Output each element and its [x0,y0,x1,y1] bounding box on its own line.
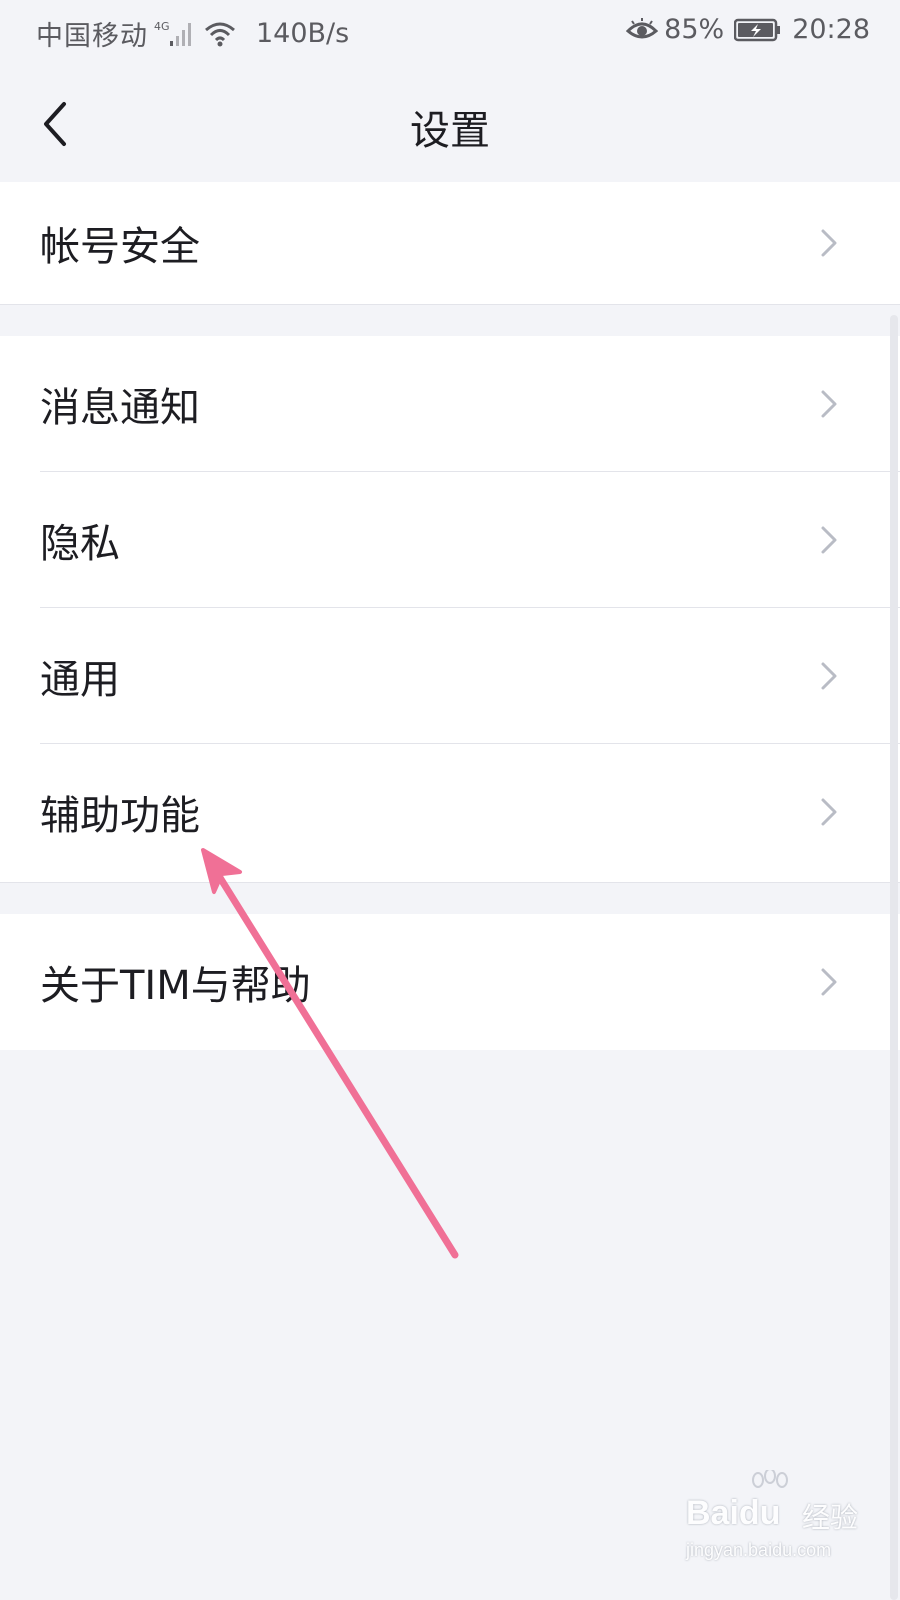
settings-row-general[interactable]: 通用 [0,608,900,744]
page-title: 设置 [410,108,490,154]
eye-icon [626,17,659,38]
settings-row-account-security[interactable]: 帐号安全 [0,182,900,304]
signal-icon: 4G [154,20,191,46]
chevron-right-icon [821,798,837,826]
network-type: 4G [154,20,170,33]
settings-row-about-help[interactable]: 关于TIM与帮助 [0,914,900,1050]
chevron-right-icon [821,968,837,996]
settings-group-main: 消息通知 隐私 通用 辅助功能 [0,336,900,883]
settings-group-about: 关于TIM与帮助 [0,914,900,1050]
chevron-right-icon [821,526,837,554]
nav-bar: 设置 [0,64,900,182]
row-label: 帐号安全 [40,224,200,270]
row-label: 通用 [40,657,120,703]
battery-percent: 85% [664,14,725,45]
settings-row-privacy[interactable]: 隐私 [0,472,900,608]
carrier-name: 中国移动 [36,21,148,52]
chevron-right-icon [821,229,837,257]
settings-row-notifications[interactable]: 消息通知 [0,336,900,472]
battery-icon [734,18,781,41]
status-bar: 中国移动 4G 140B/s 85% 20:28 [0,0,900,64]
watermark-logo: Baidu [686,1494,781,1532]
wifi-icon [205,22,235,46]
row-label: 关于TIM与帮助 [40,963,311,1009]
baidu-jingyan-watermark: Baidu 经验 jingyan.baidu.com [686,1470,876,1570]
settings-group-account: 帐号安全 [0,182,900,305]
settings-row-accessibility[interactable]: 辅助功能 [0,744,900,880]
row-label: 消息通知 [40,385,200,431]
chevron-right-icon [821,390,837,418]
scrollbar[interactable] [890,315,898,1600]
chevron-right-icon [821,662,837,690]
status-left: 中国移动 4G 140B/s [36,14,349,53]
status-right: 85% 20:28 [626,14,870,45]
clock: 20:28 [792,14,870,45]
watermark-logo-cn: 经验 [802,1501,859,1534]
row-label: 隐私 [40,521,120,567]
watermark-url: jingyan.baidu.com [686,1540,832,1560]
row-label: 辅助功能 [40,793,200,839]
network-speed: 140B/s [256,18,350,49]
